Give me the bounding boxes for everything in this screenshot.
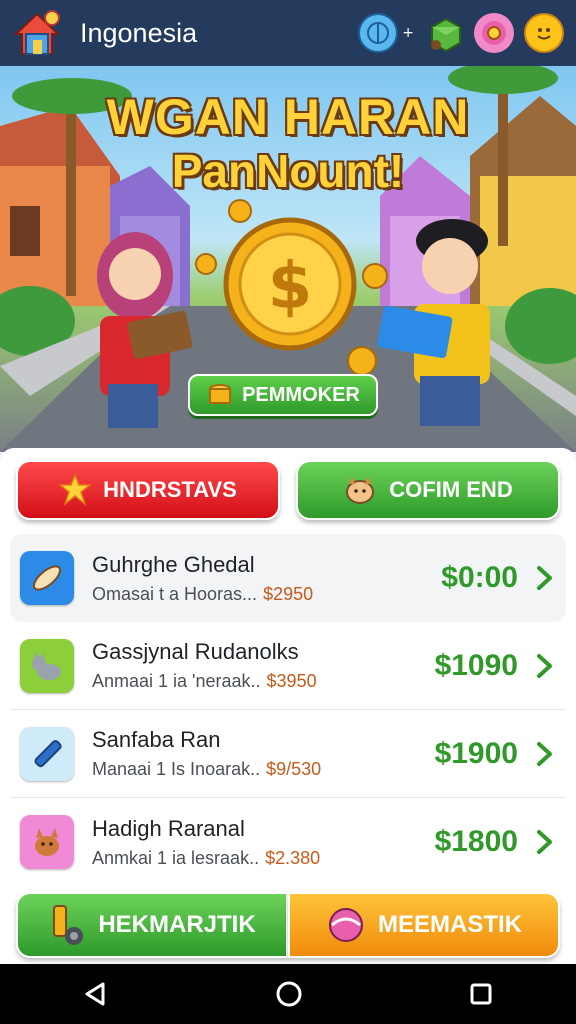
item-description: Omasai t a Hooras... xyxy=(92,583,258,604)
item-amount: $1090 xyxy=(434,648,518,682)
chevron-right-icon[interactable] xyxy=(536,741,554,767)
bottom-orange-button[interactable]: MEEMASTIK xyxy=(288,892,560,958)
banner-title-line2: PanNount! xyxy=(171,145,405,197)
item-description: Anmaai 1 ia 'neraak.. xyxy=(92,671,261,691)
list-item[interactable]: Gassjynal Rudanolks Anmaai 1 ia 'neraak.… xyxy=(10,622,566,710)
bottom-action-bar: HEKMARJTIK MEEMASTIK xyxy=(16,892,560,958)
banner-action-label: PEMMOKER xyxy=(242,383,360,406)
burst-icon xyxy=(59,474,92,506)
cat-icon xyxy=(20,638,74,693)
primary-red-button[interactable]: HNDRSTAVS xyxy=(16,460,280,520)
item-price: $9/530 xyxy=(266,759,322,779)
primary-red-label: HNDRSTAVS xyxy=(103,477,237,502)
globe-icon[interactable] xyxy=(358,13,399,53)
item-name: Hadigh Raranal xyxy=(92,815,245,841)
item-name: Gassjynal Rudanolks xyxy=(92,639,299,664)
item-price: $2950 xyxy=(263,583,314,604)
back-icon[interactable] xyxy=(83,981,109,1007)
primary-green-button[interactable]: COFIM END xyxy=(296,460,560,520)
svg-text:$: $ xyxy=(268,250,313,324)
candy-icon xyxy=(329,908,363,942)
recents-icon[interactable] xyxy=(469,982,493,1006)
trophy-tube-icon xyxy=(53,905,84,945)
item-description: Manaai 1 Is Inoarak.. xyxy=(92,759,261,779)
dog-face-icon xyxy=(346,477,375,504)
item-description: Anmkai 1 ia lesraak.. xyxy=(92,847,260,868)
top-app-bar: Ingonesia + xyxy=(0,0,576,66)
bottom-green-button[interactable]: HEKMARJTIK xyxy=(16,892,288,958)
list-item[interactable]: Sanfaba Ran Manaai 1 Is Inoarak.. $9/530 … xyxy=(10,710,566,798)
list-item[interactable]: Guhrghe Ghedal Omasai t a Hooras... $2950… xyxy=(10,534,566,622)
hero-banner: $ WGAN HARAN PanNount! PEMMOKER xyxy=(0,66,576,452)
flower-gear-icon[interactable] xyxy=(474,13,514,53)
coin-stack-icon xyxy=(209,384,232,404)
chevron-right-icon[interactable] xyxy=(536,829,554,855)
bottom-green-label: HEKMARJTIK xyxy=(98,911,256,938)
item-amount: $0:00 xyxy=(441,561,518,594)
home-circle-icon[interactable] xyxy=(275,980,303,1008)
chevron-right-icon[interactable] xyxy=(536,565,554,591)
item-amount: $1900 xyxy=(434,736,518,770)
smiley-icon[interactable] xyxy=(524,13,564,53)
item-price: $2.380 xyxy=(265,847,321,868)
bottom-orange-label: MEEMASTIK xyxy=(378,911,522,938)
plus-icon: + xyxy=(402,25,414,41)
cube-icon[interactable] xyxy=(424,13,464,53)
list-item[interactable]: Hadigh Raranal Anmkai 1 ia lesraak.. $2.3… xyxy=(10,798,566,886)
item-name: Sanfaba Ran xyxy=(92,727,221,752)
home-icon[interactable] xyxy=(12,8,62,58)
system-nav-bar xyxy=(0,964,576,1024)
content-panel: HNDRSTAVS COFIM END Guhrghe Ghedal Omasa… xyxy=(0,448,576,964)
surfboard-icon xyxy=(20,551,74,605)
item-list: Guhrghe Ghedal Omasai t a Hooras... $2950… xyxy=(10,534,566,886)
banner-action-button[interactable]: PEMMOKER xyxy=(188,374,378,416)
app-title: Ingonesia xyxy=(80,17,198,48)
item-amount: $1800 xyxy=(434,825,518,858)
item-price: $3950 xyxy=(266,671,317,691)
item-name: Guhrghe Ghedal xyxy=(92,551,255,577)
dog-icon xyxy=(20,815,74,869)
banner-title-line1: WGAN HARAN xyxy=(106,89,470,145)
chevron-right-icon[interactable] xyxy=(536,653,554,679)
pen-icon xyxy=(20,726,74,781)
primary-green-label: COFIM END xyxy=(389,477,513,502)
